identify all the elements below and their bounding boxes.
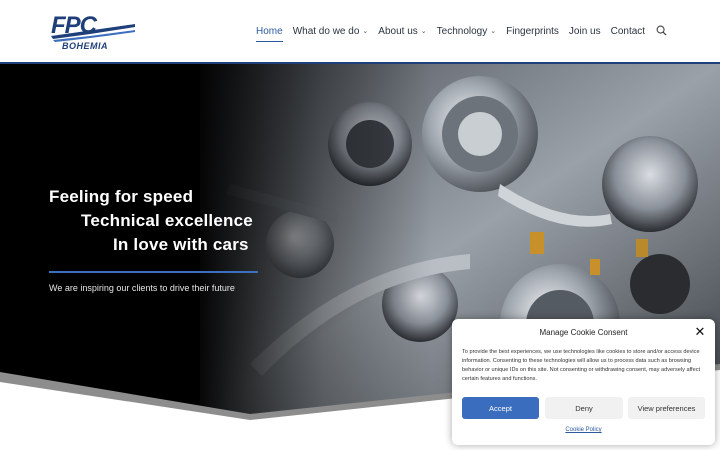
chevron-down-icon: ⌄ <box>362 28 369 35</box>
view-preferences-button[interactable]: View preferences <box>628 397 705 419</box>
nav-technology[interactable]: Technology ⌄ <box>437 0 496 62</box>
nav-fingerprints-label: Fingerprints <box>506 25 559 37</box>
nav-what-do-we-do[interactable]: What do we do ⌄ <box>293 0 369 62</box>
site-header: FPC BOHEMIA Home What do we do ⌄ About us… <box>0 0 720 62</box>
nav-about-us-label: About us <box>378 25 418 37</box>
deny-button[interactable]: Deny <box>545 397 623 419</box>
logo-sub-text: BOHEMIA <box>62 41 108 51</box>
fpc-bohemia-logo[interactable]: FPC BOHEMIA <box>49 11 137 51</box>
cookie-consent-dialog: Manage Cookie Consent ✕ To provide the b… <box>452 319 715 445</box>
hero-divider <box>49 271 258 273</box>
cookie-policy-link[interactable]: Cookie Policy <box>452 427 715 433</box>
main-nav: Home What do we do ⌄ About us ⌄ Technology… <box>256 0 655 62</box>
hero-headline-1: Feeling for speed <box>49 187 194 206</box>
nav-fingerprints[interactable]: Fingerprints <box>506 0 559 62</box>
chevron-down-icon: ⌄ <box>420 28 427 35</box>
accept-button[interactable]: Accept <box>462 397 539 419</box>
chevron-down-icon: ⌄ <box>490 28 497 35</box>
nav-about-us[interactable]: About us ⌄ <box>378 0 426 62</box>
nav-home[interactable]: Home <box>256 0 283 62</box>
nav-home-label: Home <box>256 25 283 37</box>
nav-contact[interactable]: Contact <box>611 0 645 62</box>
nav-join-us-label: Join us <box>568 25 601 37</box>
nav-what-do-we-do-label: What do we do <box>292 25 360 37</box>
hero-headline-3: In love with cars <box>113 235 249 254</box>
cookie-description: To provide the best experiences, we use … <box>462 349 701 382</box>
cookie-title: Manage Cookie Consent <box>539 328 628 337</box>
close-icon[interactable]: ✕ <box>693 325 707 339</box>
hero-headline-2: Technical excellence <box>81 211 253 230</box>
nav-technology-label: Technology <box>436 25 488 37</box>
nav-contact-label: Contact <box>610 25 646 37</box>
nav-join-us[interactable]: Join us <box>569 0 601 62</box>
hero-subtitle: We are inspiring our clients to drive th… <box>49 283 235 293</box>
search-icon[interactable] <box>656 25 667 36</box>
